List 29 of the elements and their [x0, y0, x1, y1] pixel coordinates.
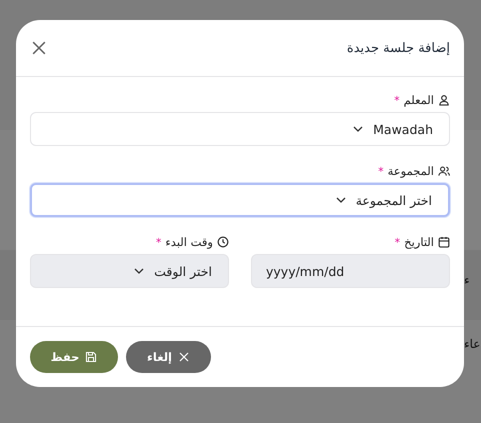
chevron-down-icon [134, 268, 144, 274]
field-placeholder: yyyy/mm/dd [266, 264, 344, 278]
dialog-title: إضافة جلسة جديدة [346, 40, 450, 56]
save-button[interactable]: حفظ [30, 341, 118, 373]
field-placeholder: اختر الوقت [154, 264, 212, 278]
chevron-down-icon [336, 197, 346, 203]
field-label: المعلم [404, 93, 434, 107]
calendar-icon [438, 236, 450, 248]
field-value: Mawadah [373, 122, 433, 136]
user-icon [438, 94, 450, 106]
field-placeholder: اختر المجموعة [356, 192, 432, 208]
users-icon [438, 165, 450, 177]
field-label: وقت البدء [165, 235, 213, 249]
chevron-down-icon [353, 126, 364, 132]
close-icon [178, 351, 190, 363]
background-text: ء [464, 273, 470, 287]
cancel-button[interactable]: إلغاء [126, 341, 211, 373]
save-icon [85, 351, 98, 363]
select-field[interactable]: اختر المجموعة [30, 183, 450, 217]
required-mark: * [394, 236, 400, 248]
required-mark: * [378, 164, 384, 178]
field-label: المجموعة [388, 164, 434, 178]
field-label: التاريخ [404, 235, 434, 249]
select-field[interactable]: Mawadah [30, 112, 450, 146]
background-text: عاء [464, 337, 480, 351]
required-mark: * [394, 94, 400, 106]
required-mark: * [156, 236, 162, 248]
close-button[interactable] [30, 39, 48, 57]
clock-icon [217, 236, 229, 248]
